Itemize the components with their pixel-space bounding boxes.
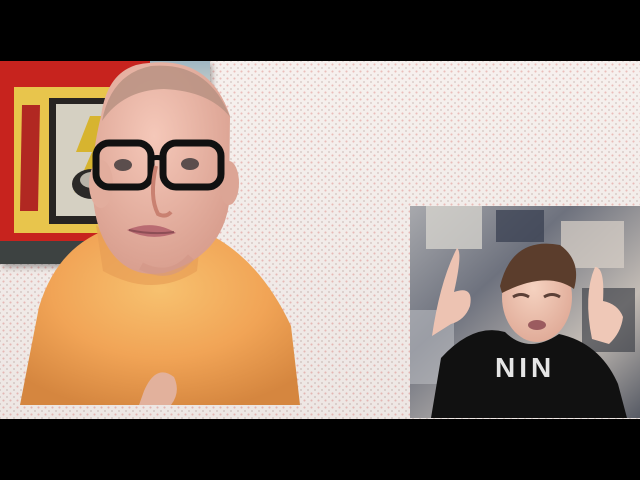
inset-shirt-text: NIN xyxy=(495,352,555,383)
inset-photo-art: NIN xyxy=(410,206,640,418)
letterbox-bottom xyxy=(0,419,640,480)
letterbox-top xyxy=(0,0,640,61)
inset-photo: NIN xyxy=(410,206,640,418)
video-frame: NIN xyxy=(0,0,640,480)
video-scene: NIN xyxy=(0,61,640,419)
main-presenter xyxy=(20,62,300,405)
